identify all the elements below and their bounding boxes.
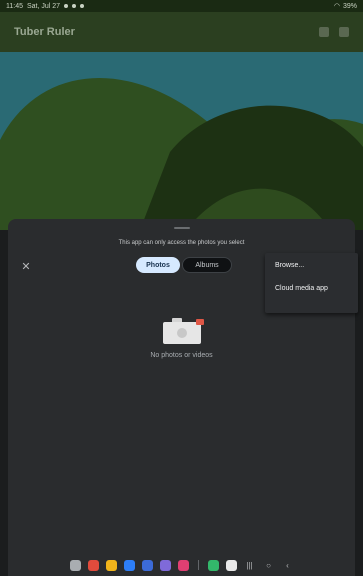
- pink-app-icon[interactable]: [177, 559, 189, 571]
- google-icon[interactable]: [225, 559, 237, 571]
- blue-app-icon[interactable]: [123, 559, 135, 571]
- dock-separator: [197, 560, 199, 570]
- more-icon[interactable]: [339, 27, 349, 37]
- notification-icon: [64, 4, 69, 8]
- picker-tabs: Photos Albums: [136, 257, 232, 273]
- purple-app-icon[interactable]: [159, 559, 171, 571]
- tab-albums-label: Albums: [195, 261, 219, 269]
- empty-message: No photos or videos: [150, 352, 213, 359]
- recent-apps-icon[interactable]: |||: [244, 561, 256, 570]
- app-drawer-icon[interactable]: [69, 559, 81, 571]
- camera-icon[interactable]: [319, 27, 329, 37]
- date-text: Sat, Jul 27: [27, 2, 61, 10]
- menu-item-cloud-media-app[interactable]: Cloud media app: [275, 284, 348, 293]
- navigation-bar: ||| ○ ‹: [0, 554, 363, 576]
- app-bar: Tuber Ruler: [0, 12, 363, 52]
- battery-text: 39%: [342, 2, 357, 10]
- empty-state: No photos or videos: [8, 318, 355, 359]
- menu-item-browse[interactable]: Browse...: [275, 261, 348, 270]
- camera-placeholder-icon: [162, 318, 204, 344]
- clock-text: 11:45: [6, 2, 23, 10]
- back-icon[interactable]: ‹: [282, 561, 294, 570]
- home-icon[interactable]: ○: [263, 561, 275, 570]
- play-store-icon[interactable]: [207, 559, 219, 571]
- google-notification-icon: [80, 4, 85, 8]
- close-icon[interactable]: ✕: [18, 259, 34, 275]
- red-app-icon[interactable]: [87, 559, 99, 571]
- tab-albums[interactable]: Albums: [182, 257, 232, 273]
- app-title: Tuber Ruler: [14, 26, 75, 38]
- notification-icon: [72, 4, 77, 8]
- background-scene: [0, 52, 363, 230]
- status-bar: 11:45 Sat, Jul 27 ◠ 39%: [0, 0, 363, 12]
- access-notice: This app can only access the photos you …: [118, 240, 245, 246]
- orange-app-icon[interactable]: [105, 559, 117, 571]
- tab-photos-label: Photos: [146, 261, 170, 269]
- chat-app-icon[interactable]: [141, 559, 153, 571]
- wifi-icon: ◠: [333, 3, 340, 10]
- tab-photos[interactable]: Photos: [136, 257, 180, 273]
- overflow-menu: Browse... Cloud media app: [265, 253, 358, 313]
- drag-handle[interactable]: [173, 227, 190, 229]
